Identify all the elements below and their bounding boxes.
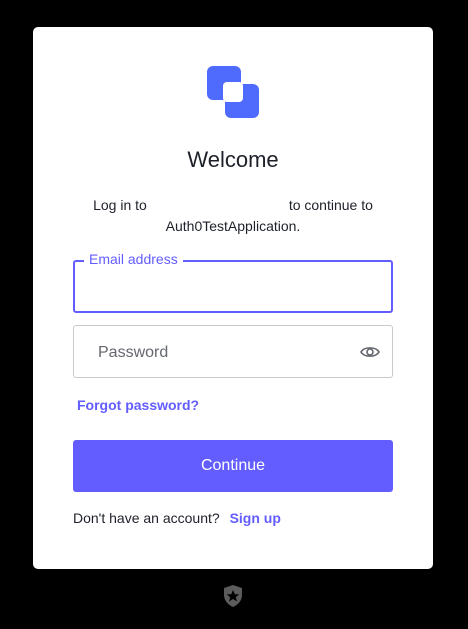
password-input[interactable]	[96, 336, 350, 370]
intro-suffix: to continue to	[288, 197, 373, 213]
page-title: Welcome	[187, 147, 279, 172]
intro-prefix: Log in to	[93, 197, 147, 213]
signup-link[interactable]: Sign up	[230, 510, 281, 526]
email-input[interactable]	[87, 270, 381, 304]
signup-row: Don't have an account? Sign up	[73, 510, 281, 526]
auth0-shield-icon	[224, 585, 242, 607]
continue-button[interactable]: Continue	[73, 440, 393, 492]
show-password-button[interactable]	[358, 341, 382, 363]
app-name: Auth0TestApplication.	[165, 218, 301, 234]
tenant-name-blank	[147, 195, 289, 216]
brand-logo-icon	[207, 66, 259, 118]
eye-icon	[360, 347, 380, 357]
signup-prompt: Don't have an account?	[73, 510, 220, 526]
email-field[interactable]: Email address	[73, 251, 393, 313]
login-card: Welcome Log in to to continue to Auth0Te…	[33, 27, 433, 569]
password-field[interactable]	[73, 325, 393, 378]
email-label: Email address	[84, 251, 183, 267]
login-intro: Log in to to continue to Auth0TestApplic…	[73, 195, 393, 237]
forgot-password-link[interactable]: Forgot password?	[77, 397, 199, 413]
